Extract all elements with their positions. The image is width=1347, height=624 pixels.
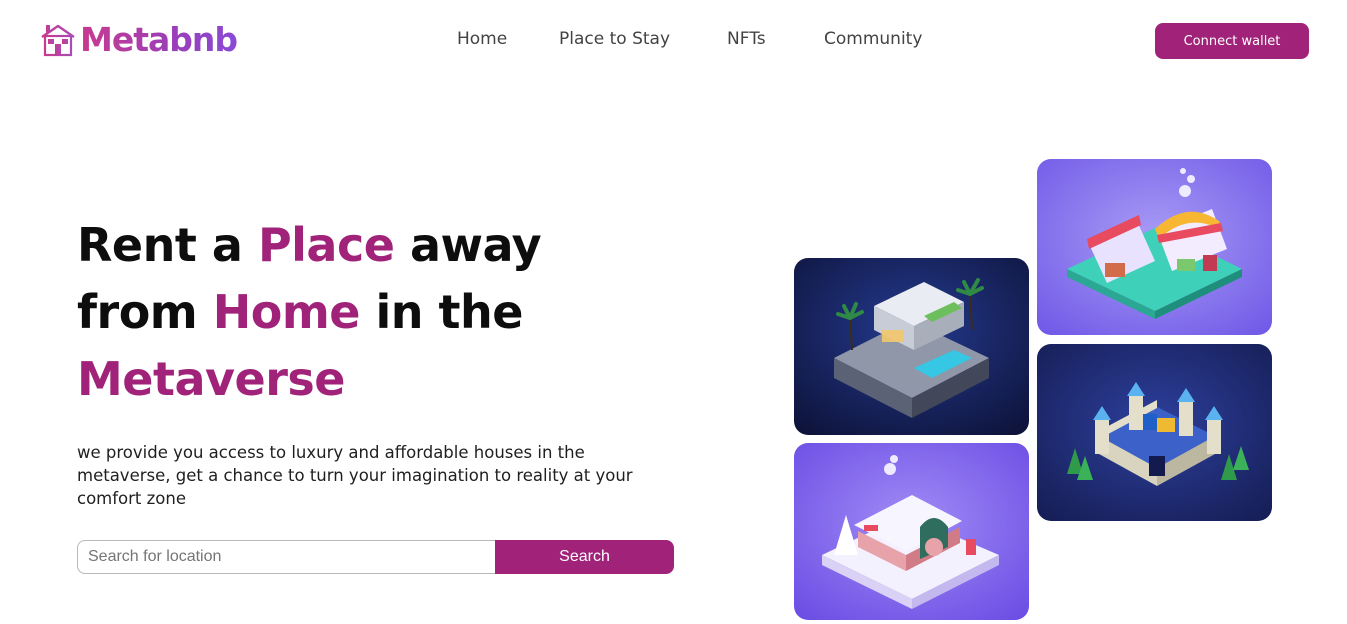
search-input[interactable] (77, 540, 495, 574)
hero-title: Rent a Place away from Home in the Metav… (77, 212, 637, 413)
top-nav: Metabnb Home Place to Stay NFTs Communit… (0, 0, 1347, 82)
hero-title-text: from (77, 285, 213, 339)
house-icon (40, 23, 76, 57)
brand-logo[interactable]: Metabnb (40, 20, 238, 60)
hero-title-accent: Home (212, 285, 361, 339)
hero-title-accent: Metaverse (77, 352, 345, 406)
snow-cottage-image (794, 443, 1029, 620)
market-stall-image (1037, 159, 1272, 335)
hero-title-text: away (394, 218, 542, 272)
hero-subtitle: we provide you access to luxury and affo… (77, 443, 633, 508)
search-button[interactable]: Search (495, 540, 674, 574)
nav-link-community[interactable]: Community (824, 29, 922, 49)
nav-link-nfts[interactable]: NFTs (727, 29, 766, 49)
castle-image (1037, 344, 1272, 521)
connect-wallet-button[interactable]: Connect wallet (1155, 23, 1309, 59)
hero-title-accent: Place (257, 218, 395, 272)
hero-title-text: in the (359, 285, 523, 339)
search-bar: Search (77, 540, 674, 574)
modern-villa-image (794, 258, 1029, 435)
nav-link-place-to-stay[interactable]: Place to Stay (559, 29, 670, 49)
nav-link-home[interactable]: Home (457, 29, 507, 49)
hero-title-text: Rent a (77, 218, 258, 272)
brand-name: Metabnb (80, 20, 238, 59)
